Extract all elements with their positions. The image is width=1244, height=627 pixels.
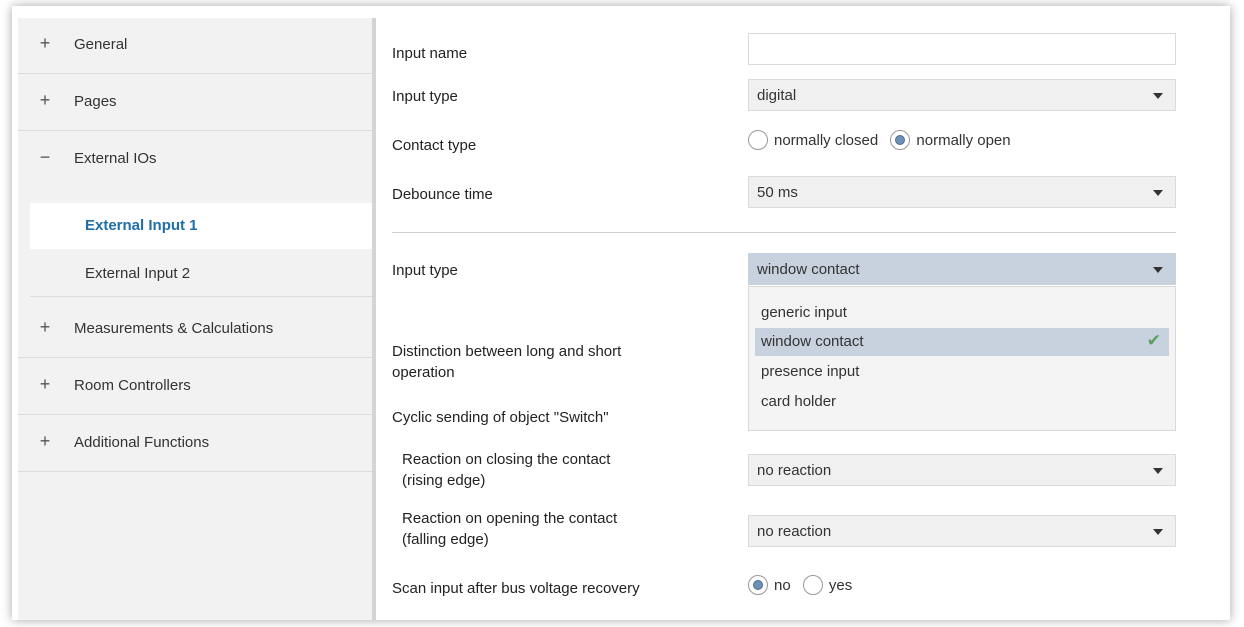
sidebar-subitem-label: External Input 1 <box>85 217 198 234</box>
reaction-opening-select[interactable]: no reaction <box>748 515 1176 547</box>
cyclic-sending-label: Cyclic sending of object "Switch" <box>392 409 609 426</box>
input-type-2-value: window contact <box>757 261 860 278</box>
debounce-time-value: 50 ms <box>757 184 798 201</box>
chevron-down-icon <box>1153 267 1163 273</box>
section-divider <box>392 232 1176 233</box>
radio-normally-open[interactable]: normally open <box>890 130 1018 150</box>
reaction-closing-label-line2: (rising edge) <box>402 472 486 489</box>
distinction-label-line1: Distinction between long and short <box>392 343 622 360</box>
input-type-select[interactable]: digital <box>748 79 1176 111</box>
distinction-label-line2: operation <box>392 364 455 381</box>
sidebar-item-measurements[interactable]: + Measurements & Calculations <box>18 302 372 358</box>
reaction-closing-value: no reaction <box>757 462 832 479</box>
plus-icon: + <box>39 431 51 451</box>
chevron-down-icon <box>1153 468 1163 474</box>
sidebar-item-external-ios[interactable]: − External IOs <box>18 132 372 188</box>
radio-no[interactable]: no <box>748 575 799 595</box>
input-type-label: Input type <box>392 88 458 105</box>
reaction-closing-label-line1: Reaction on closing the contact <box>402 451 611 468</box>
radio-circle-checked-icon <box>748 575 768 595</box>
debounce-time-label: Debounce time <box>392 186 493 203</box>
sidebar-item-pages[interactable]: + Pages <box>18 75 372 131</box>
radio-label: no <box>774 576 791 594</box>
radio-circle-icon <box>802 575 823 595</box>
reaction-opening-label-line1: Reaction on opening the contact <box>402 510 618 527</box>
sidebar-subitem-external-input-2[interactable]: External Input 2 <box>30 251 372 297</box>
radio-circle-checked-icon <box>890 130 911 150</box>
input-type-value: digital <box>757 87 797 104</box>
minus-icon: − <box>39 147 51 167</box>
plus-icon: + <box>39 317 51 337</box>
input-type-dropdown-list: generic input window contact ✔ presence … <box>748 286 1176 431</box>
radio-yes[interactable]: yes <box>802 575 860 595</box>
chevron-down-icon <box>1153 529 1163 535</box>
checkmark-icon: ✔ <box>1146 331 1161 350</box>
radio-label: normally open <box>916 131 1011 149</box>
dropdown-option-presence-input[interactable]: presence input <box>755 358 1169 386</box>
dropdown-option-window-contact[interactable]: window contact ✔ <box>755 328 1169 356</box>
input-name-label: Input name <box>392 45 468 62</box>
plus-icon: + <box>39 33 51 53</box>
chevron-down-icon <box>1153 190 1163 196</box>
main-panel: Input name Input type digital Contact ty… <box>376 18 1226 620</box>
reaction-opening-label-line2: (falling edge) <box>402 531 489 548</box>
sidebar-item-room-controllers[interactable]: + Room Controllers <box>18 359 372 415</box>
plus-icon: + <box>39 374 51 394</box>
chevron-down-icon <box>1153 93 1163 99</box>
sidebar-item-label: Measurements & Calculations <box>74 320 274 337</box>
sidebar-subitem-label: External Input 2 <box>85 265 191 282</box>
input-type-2-select[interactable]: window contact <box>748 253 1176 285</box>
dropdown-option-generic-input[interactable]: generic input <box>755 299 1169 327</box>
distinction-label: Distinction between long and short opera… <box>392 341 621 383</box>
contact-type-radio-group: normally closed normally open <box>748 130 1019 150</box>
reaction-closing-select[interactable]: no reaction <box>748 454 1176 486</box>
radio-normally-closed[interactable]: normally closed <box>748 130 886 150</box>
input-type-2-label: Input type <box>392 262 458 279</box>
reaction-opening-value: no reaction <box>757 523 832 540</box>
contact-type-label: Contact type <box>392 137 477 154</box>
sidebar-item-label: External IOs <box>74 150 157 167</box>
input-name-field[interactable] <box>748 33 1176 65</box>
debounce-time-select[interactable]: 50 ms <box>748 176 1176 208</box>
sidebar-item-general[interactable]: + General <box>18 18 372 74</box>
dropdown-option-label: card holder <box>761 393 837 410</box>
sidebar-item-additional-functions[interactable]: + Additional Functions <box>18 416 372 472</box>
radio-circle-icon <box>748 130 768 150</box>
scan-input-label: Scan input after bus voltage recovery <box>392 580 640 597</box>
reaction-closing-label: Reaction on closing the contact (rising … <box>402 449 610 491</box>
dropdown-option-label: generic input <box>761 304 847 321</box>
radio-label: normally closed <box>774 131 879 149</box>
dropdown-option-card-holder[interactable]: card holder <box>755 388 1169 416</box>
scan-input-radio-group: no yes <box>748 575 860 595</box>
sidebar-subitem-external-input-1[interactable]: External Input 1 <box>30 203 372 249</box>
dropdown-option-label: window contact <box>761 333 864 350</box>
dropdown-option-label: presence input <box>761 363 860 380</box>
reaction-opening-label: Reaction on opening the contact (falling… <box>402 508 617 550</box>
sidebar-item-label: Pages <box>74 93 117 110</box>
sidebar-item-label: General <box>74 36 128 53</box>
plus-icon: + <box>39 90 51 110</box>
radio-label: yes <box>828 576 853 594</box>
sidebar-item-label: Room Controllers <box>74 377 191 394</box>
sidebar: + General + Pages − External IOs Externa… <box>18 18 376 620</box>
sidebar-item-label: Additional Functions <box>74 434 210 451</box>
